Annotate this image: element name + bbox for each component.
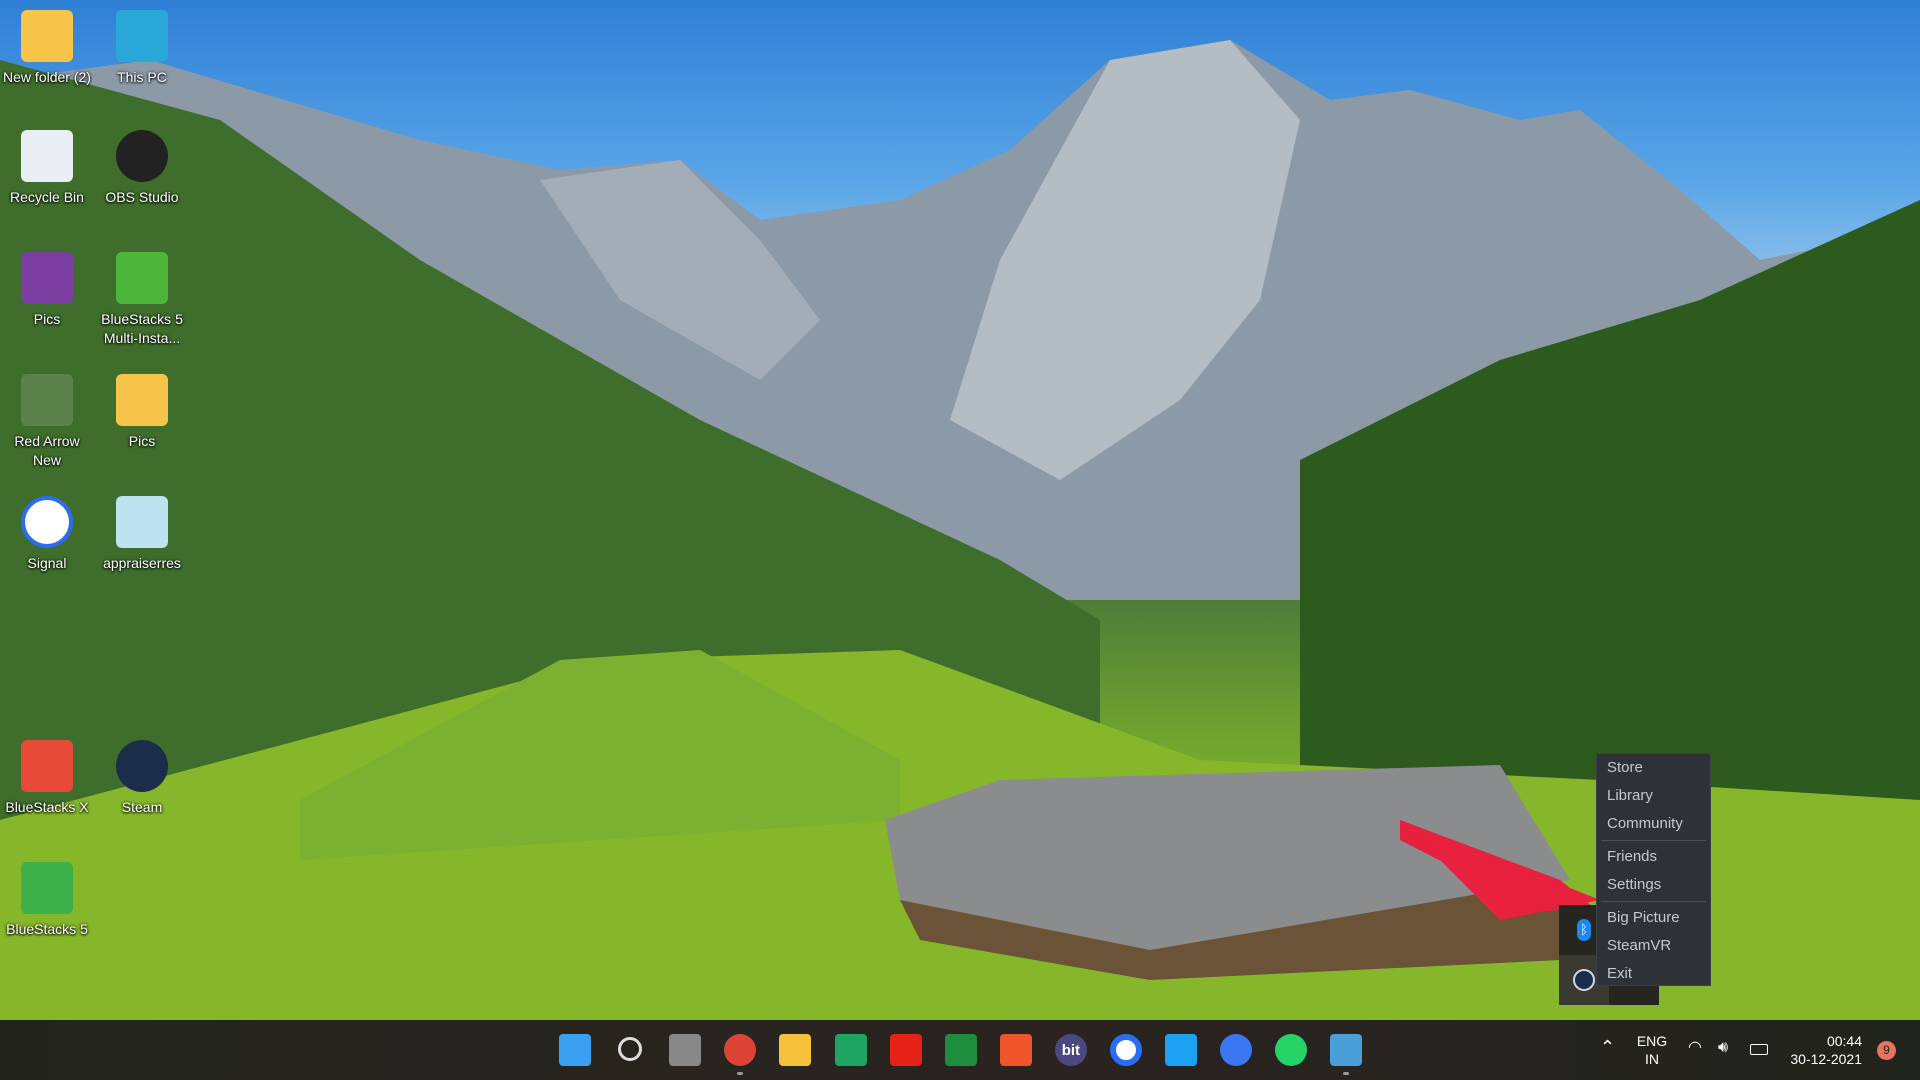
taskbar-bit-icon[interactable]: bit (1054, 1034, 1087, 1066)
steam-icon (116, 740, 168, 792)
running-indicator (737, 1072, 744, 1075)
taskbar-youtube-icon[interactable] (889, 1034, 922, 1066)
desktop-icon[interactable]: BlueStacks 5 Multi-Insta... (95, 252, 189, 348)
bluestacks-x-icon (21, 740, 73, 792)
desktop-icon-label: BlueStacks X (5, 799, 89, 815)
language-indicator[interactable]: ENG IN (1634, 1032, 1670, 1068)
desktop-icon-label: BlueStacks 5 (6, 921, 88, 937)
desktop-icon[interactable]: appraiserres (95, 496, 189, 573)
red-arrow-image-icon (21, 374, 73, 426)
folder-icon (116, 374, 168, 426)
bluestacks-multi-icon (116, 252, 168, 304)
steam-context-menu: Store Library Community Friends Settings… (1596, 753, 1711, 986)
taskbar-ccleaner-icon[interactable] (1110, 1034, 1142, 1066)
desktop-icon-label: OBS Studio (105, 189, 179, 205)
show-hidden-icons-chevron-icon[interactable]: ⌃ (1600, 1038, 1615, 1056)
menu-item-settings[interactable]: Settings (1597, 871, 1710, 899)
menu-separator (1601, 901, 1706, 902)
menu-item-store[interactable]: Store (1597, 754, 1710, 782)
taskbar-start-icon[interactable] (559, 1034, 591, 1066)
desktop-icon[interactable]: This PC (95, 10, 189, 87)
taskbar-control-panel-icon[interactable] (1330, 1034, 1363, 1066)
taskbar-whatsapp-icon[interactable] (1275, 1034, 1308, 1066)
menu-item-big-picture[interactable]: Big Picture (1597, 904, 1710, 932)
desktop[interactable]: New folder (2) This PC Recycle Bin OBS Stud… (0, 0, 1920, 1020)
desktop-icon[interactable]: New folder (2) (0, 10, 94, 87)
menu-item-community[interactable]: Community (1597, 810, 1710, 838)
desktop-icon-label: Pics (33, 311, 61, 327)
desktop-icon-label: Steam (121, 799, 163, 815)
desktop-icon-label: appraiserres (103, 555, 181, 571)
desktop-icon[interactable]: Pics (95, 374, 189, 451)
desktop-icon-label: New folder (2) (3, 69, 91, 85)
desktop-icon[interactable]: Red Arrow New (0, 374, 94, 470)
notification-badge[interactable]: 9 (1877, 1041, 1896, 1060)
menu-item-friends[interactable]: Friends (1597, 843, 1710, 871)
desktop-icon[interactable]: Signal (0, 496, 94, 573)
notepad-file-icon (116, 496, 168, 548)
running-indicator (1343, 1072, 1350, 1075)
menu-separator (1601, 840, 1706, 841)
desktop-icon[interactable]: OBS Studio (95, 130, 189, 207)
winrar-icon (21, 252, 73, 304)
clock[interactable]: 00:44 30-12-2021 (1780, 1032, 1862, 1068)
taskbar-brave-icon[interactable] (999, 1034, 1032, 1066)
taskbar-chrome-icon[interactable] (724, 1034, 757, 1066)
monitor-icon (116, 10, 168, 62)
lang-bottom: IN (1645, 1051, 1659, 1067)
desktop-icon-label: Recycle Bin (10, 189, 84, 205)
taskbar-twitter-icon[interactable] (1165, 1034, 1198, 1066)
taskbar-signal-icon[interactable] (1220, 1034, 1253, 1066)
desktop-icon-label: Pics (128, 433, 156, 449)
desktop-icon[interactable]: Recycle Bin (0, 130, 94, 207)
desktop-icon[interactable]: BlueStacks 5 (0, 862, 94, 939)
lang-top: ENG (1636, 1033, 1668, 1049)
folder-icon (21, 10, 73, 62)
desktop-icon-label: Red Arrow New (14, 433, 80, 468)
battery-icon[interactable] (1750, 1044, 1768, 1055)
time: 00:44 (1826, 1033, 1862, 1049)
bit-label: bit (1061, 1041, 1081, 1059)
wifi-icon[interactable]: ◠ (1688, 1039, 1702, 1057)
desktop-icon-label: BlueStacks 5 Multi-Insta... (101, 311, 183, 346)
desktop-icon[interactable]: Steam (95, 740, 189, 817)
taskbar-file-explorer-icon[interactable] (779, 1034, 812, 1066)
desktop-icon[interactable]: BlueStacks X (0, 740, 94, 817)
desktop-icon-label: Signal (27, 555, 67, 571)
taskbar-google-sheets-icon[interactable] (944, 1034, 977, 1066)
date: 30-12-2021 (1790, 1051, 1862, 1067)
menu-item-steamvr[interactable]: SteamVR (1597, 932, 1710, 960)
taskbar: bit ⌃ ENG IN ◠ 🔊︎ 00:44 30-12-2021 9 (0, 1020, 1920, 1080)
desktop-icon[interactable]: Pics (0, 252, 94, 329)
taskbar-task-view-icon[interactable] (669, 1034, 702, 1066)
volume-icon[interactable]: 🔊︎ (1718, 1039, 1728, 1057)
menu-item-exit[interactable]: Exit (1597, 960, 1710, 988)
taskbar-search-icon[interactable] (618, 1037, 643, 1061)
taskbar-google-drive-icon[interactable] (834, 1034, 867, 1066)
bluestacks-icon (21, 862, 73, 914)
desktop-icon-label: This PC (117, 69, 167, 85)
recycle-bin-icon (21, 130, 73, 182)
obs-icon (116, 130, 168, 182)
menu-item-library[interactable]: Library (1597, 782, 1710, 810)
signal-icon (21, 496, 73, 548)
